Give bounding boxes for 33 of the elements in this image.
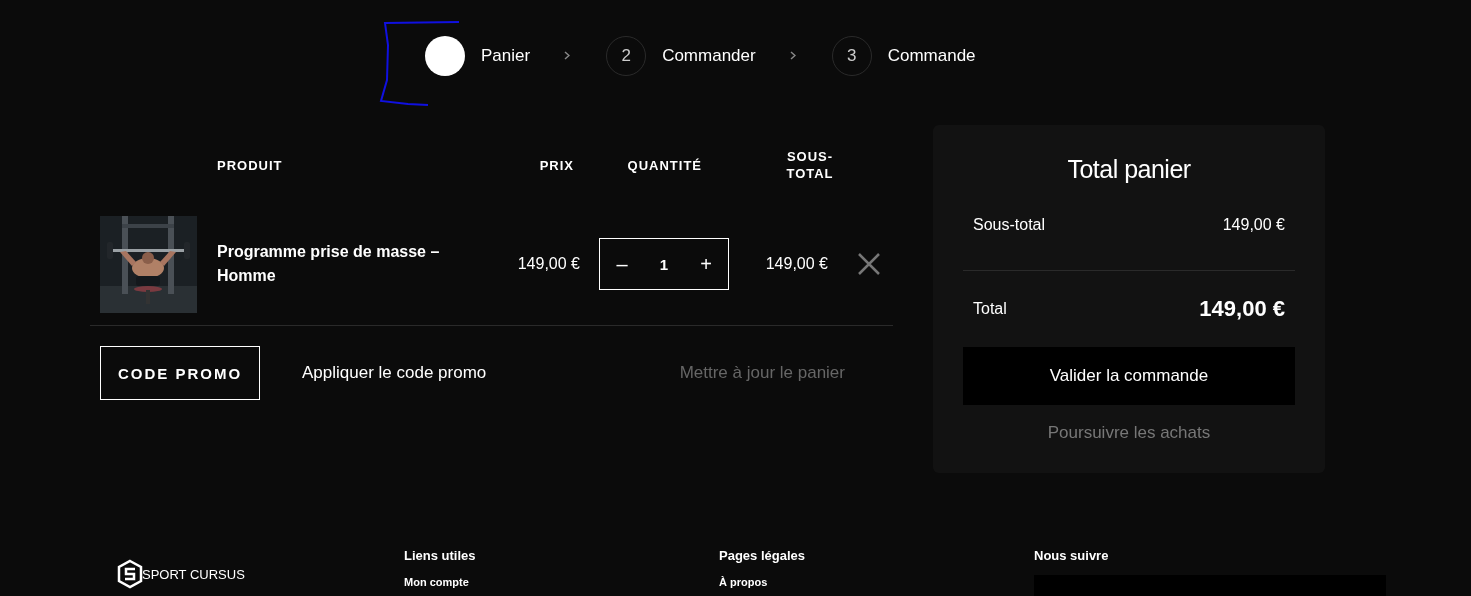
price-text: 149,00 €: [516, 255, 580, 273]
checkout-button[interactable]: Valider la commande: [963, 347, 1295, 405]
product-name[interactable]: Programme prise de masse – Homme: [217, 240, 480, 288]
totals-value: 149,00 €: [1222, 216, 1285, 234]
step-label: Panier: [481, 45, 531, 66]
totals-label: Sous-total: [973, 216, 1046, 234]
apply-coupon-link[interactable]: Appliquer le code promo: [302, 363, 487, 383]
footer-heading: Pages légales: [719, 548, 806, 563]
subtotal-text: 149,00 €: [764, 255, 829, 273]
column-header: SOUS-TOTAL: [785, 148, 835, 182]
column-header: PRIX: [538, 157, 575, 173]
column-header: PRODUIT: [217, 157, 284, 173]
footer-link[interactable]: Mon compte: [404, 576, 719, 588]
step-label: Commande: [887, 45, 976, 66]
logo-icon: [117, 559, 143, 589]
totals-value: 149,00 €: [1199, 296, 1285, 322]
logo-text: SPORT CURSUS: [142, 566, 245, 582]
continue-shopping-link[interactable]: Poursuivre les achats: [963, 423, 1295, 443]
chevron-icon: [789, 51, 796, 60]
close-icon[interactable]: [857, 252, 881, 276]
decrease-button[interactable]: –: [600, 251, 644, 277]
quantity-stepper[interactable]: – 1 +: [599, 238, 729, 290]
coupon-button[interactable]: CODE PROMO: [100, 346, 260, 400]
column-header: QUANTITÉ: [626, 157, 703, 173]
quantity-value: 1: [659, 255, 669, 273]
footer-heading: Liens utiles: [404, 548, 477, 563]
increase-button[interactable]: +: [684, 251, 728, 277]
totals-title: Total panier: [1066, 155, 1192, 184]
totals-label: Total: [973, 300, 1007, 318]
footer-link[interactable]: À propos: [719, 576, 1034, 588]
footer-heading: Nous suivre: [1034, 548, 1110, 563]
chevron-icon: [564, 51, 571, 60]
step-label: Commander: [662, 45, 756, 66]
